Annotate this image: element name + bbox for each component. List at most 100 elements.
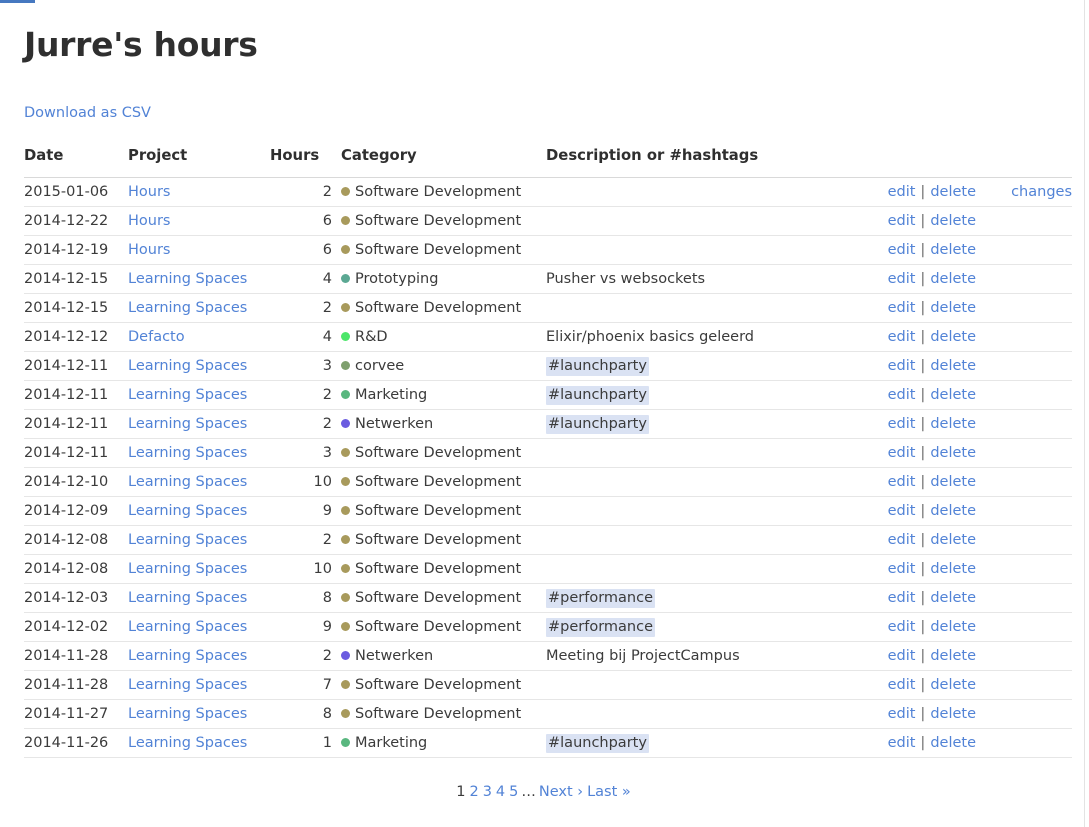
project-link[interactable]: Learning Spaces	[128, 677, 247, 693]
edit-link[interactable]: edit	[888, 329, 916, 345]
delete-link[interactable]: delete	[930, 242, 976, 258]
pagination-next-link[interactable]: Next ›	[537, 784, 585, 800]
project-link[interactable]: Learning Spaces	[128, 300, 247, 316]
hashtag-badge[interactable]: #launchparty	[546, 415, 649, 434]
delete-link[interactable]: delete	[930, 503, 976, 519]
table-row: 2014-12-11 Learning Spaces 2 Netwerken #laun…	[24, 409, 1072, 439]
project-link[interactable]: Learning Spaces	[128, 619, 247, 635]
project-link[interactable]: Learning Spaces	[128, 387, 247, 403]
project-link[interactable]: Learning Spaces	[128, 445, 247, 461]
project-link[interactable]: Hours	[128, 242, 170, 258]
delete-link[interactable]: delete	[930, 532, 976, 548]
project-link[interactable]: Learning Spaces	[128, 706, 247, 722]
cell-changes	[976, 641, 1072, 671]
edit-link[interactable]: edit	[888, 445, 916, 461]
edit-link[interactable]: edit	[888, 300, 916, 316]
edit-link[interactable]: edit	[888, 677, 916, 693]
hashtag-badge[interactable]: #launchparty	[546, 734, 649, 753]
pagination-page-link[interactable]: 5	[507, 784, 520, 800]
cell-category: Software Development	[341, 670, 546, 700]
category-label: Marketing	[355, 735, 428, 751]
project-link[interactable]: Learning Spaces	[128, 271, 247, 287]
project-link[interactable]: Learning Spaces	[128, 503, 247, 519]
hashtag-badge[interactable]: #launchparty	[546, 357, 649, 376]
download-csv-link[interactable]: Download as CSV	[24, 105, 151, 121]
cell-project: Learning Spaces	[128, 583, 270, 613]
pagination-page-link[interactable]: 2	[467, 784, 480, 800]
project-link[interactable]: Hours	[128, 184, 170, 200]
delete-link[interactable]: delete	[930, 300, 976, 316]
edit-link[interactable]: edit	[888, 416, 916, 432]
delete-link[interactable]: delete	[930, 445, 976, 461]
action-separator: |	[920, 416, 926, 432]
cell-actions: edit | delete	[866, 409, 976, 439]
hashtag-badge[interactable]: #performance	[546, 618, 656, 637]
project-link[interactable]: Learning Spaces	[128, 590, 247, 606]
edit-link[interactable]: edit	[888, 213, 916, 229]
delete-link[interactable]: delete	[930, 561, 976, 577]
delete-link[interactable]: delete	[930, 706, 976, 722]
edit-link[interactable]: edit	[888, 532, 916, 548]
table-row: 2014-11-26 Learning Spaces 1 Marketing #laun…	[24, 728, 1072, 758]
project-link[interactable]: Learning Spaces	[128, 532, 247, 548]
edit-link[interactable]: edit	[888, 590, 916, 606]
delete-link[interactable]: delete	[930, 416, 976, 432]
edit-link[interactable]: edit	[888, 242, 916, 258]
action-separator: |	[920, 561, 926, 577]
changes-link[interactable]: changes	[1011, 184, 1072, 200]
edit-link[interactable]: edit	[888, 735, 916, 751]
edit-link[interactable]: edit	[888, 184, 916, 200]
pagination-page-link[interactable]: 4	[494, 784, 507, 800]
edit-link[interactable]: edit	[888, 271, 916, 287]
delete-link[interactable]: delete	[930, 474, 976, 490]
cell-description	[546, 699, 866, 729]
edit-link[interactable]: edit	[888, 358, 916, 374]
table-row: 2014-12-08 Learning Spaces 2 Software Devel…	[24, 525, 1072, 555]
project-link[interactable]: Learning Spaces	[128, 416, 247, 432]
hashtag-badge[interactable]: #launchparty	[546, 386, 649, 405]
cell-changes	[976, 670, 1072, 700]
cell-hours: 9	[270, 496, 341, 526]
project-link[interactable]: Hours	[128, 213, 170, 229]
table-row: 2015-01-06 Hours 2 Software Development edit…	[24, 177, 1072, 207]
edit-link[interactable]: edit	[888, 706, 916, 722]
delete-link[interactable]: delete	[930, 619, 976, 635]
action-separator: |	[920, 184, 926, 200]
delete-link[interactable]: delete	[930, 358, 976, 374]
edit-link[interactable]: edit	[888, 387, 916, 403]
page-title: Jurre's hours	[24, 25, 258, 64]
edit-link[interactable]: edit	[888, 561, 916, 577]
cell-changes	[976, 264, 1072, 294]
cell-project: Learning Spaces	[128, 264, 270, 294]
project-link[interactable]: Learning Spaces	[128, 561, 247, 577]
delete-link[interactable]: delete	[930, 184, 976, 200]
delete-link[interactable]: delete	[930, 387, 976, 403]
project-link[interactable]: Learning Spaces	[128, 358, 247, 374]
cell-changes	[976, 467, 1072, 497]
delete-link[interactable]: delete	[930, 735, 976, 751]
hashtag-badge[interactable]: #performance	[546, 589, 656, 608]
edit-link[interactable]: edit	[888, 619, 916, 635]
project-link[interactable]: Defacto	[128, 329, 185, 345]
category-color-dot-icon	[341, 622, 350, 631]
category-color-dot-icon	[341, 477, 350, 486]
pagination-page-link[interactable]: 3	[481, 784, 494, 800]
project-link[interactable]: Learning Spaces	[128, 735, 247, 751]
table-row: 2014-12-11 Learning Spaces 3 Software Devel…	[24, 438, 1072, 468]
delete-link[interactable]: delete	[930, 271, 976, 287]
cell-description	[546, 177, 866, 207]
project-link[interactable]: Learning Spaces	[128, 474, 247, 490]
edit-link[interactable]: edit	[888, 474, 916, 490]
table-row: 2014-12-11 Learning Spaces 2 Marketing #laun…	[24, 380, 1072, 410]
category-color-dot-icon	[341, 448, 350, 457]
project-link[interactable]: Learning Spaces	[128, 648, 247, 664]
edit-link[interactable]: edit	[888, 503, 916, 519]
delete-link[interactable]: delete	[930, 590, 976, 606]
cell-hours: 4	[270, 322, 341, 352]
delete-link[interactable]: delete	[930, 677, 976, 693]
delete-link[interactable]: delete	[930, 213, 976, 229]
edit-link[interactable]: edit	[888, 648, 916, 664]
pagination-last-link[interactable]: Last »	[585, 784, 633, 800]
delete-link[interactable]: delete	[930, 648, 976, 664]
delete-link[interactable]: delete	[930, 329, 976, 345]
